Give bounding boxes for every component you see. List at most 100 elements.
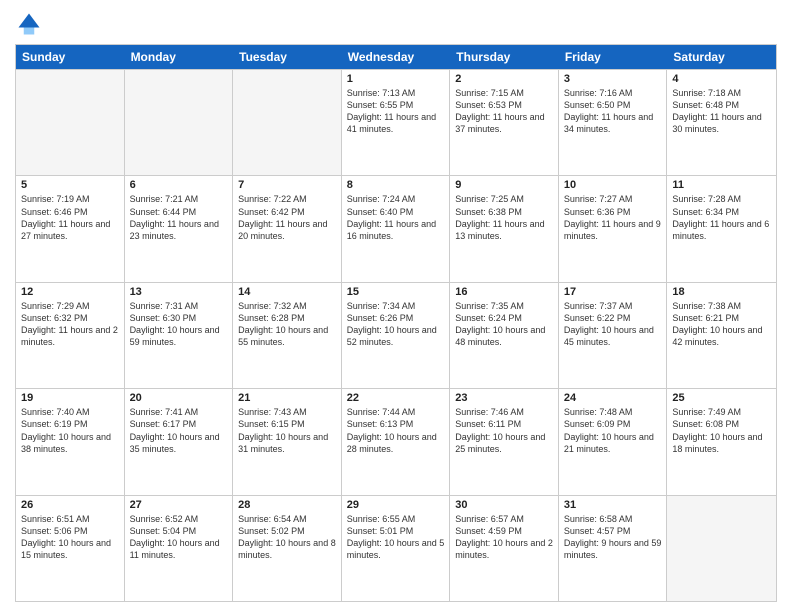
cell-day-number: 6 [130,179,228,191]
calendar-cell: 15Sunrise: 7:34 AM Sunset: 6:26 PM Dayli… [342,283,451,388]
cell-info: Sunrise: 7:22 AM Sunset: 6:42 PM Dayligh… [238,193,336,242]
cell-day-number: 11 [672,179,771,191]
calendar-cell [667,496,776,601]
header-day-sunday: Sunday [16,45,125,69]
cell-info: Sunrise: 7:48 AM Sunset: 6:09 PM Dayligh… [564,406,662,455]
cell-info: Sunrise: 7:28 AM Sunset: 6:34 PM Dayligh… [672,193,771,242]
calendar-cell: 27 Sunrise: 6:52 AM Sunset: 5:04 PM Dayli… [125,496,234,601]
cell-day-number: 20 [130,392,228,404]
calendar-cell: 11 Sunrise: 7:28 AM Sunset: 6:34 PM Dayli… [667,176,776,281]
calendar-cell: 30 Sunrise: 6:57 AM Sunset: 4:59 PM Dayli… [450,496,559,601]
cell-info: Sunrise: 7:15 AM Sunset: 6:53 PM Dayligh… [455,87,553,136]
calendar-cell [233,70,342,175]
calendar-cell: 4 Sunrise: 7:18 AM Sunset: 6:48 PM Daylig… [667,70,776,175]
cell-day-number: 14 [238,286,336,298]
calendar-row-0: 1 Sunrise: 7:13 AM Sunset: 6:55 PM Daylig… [16,69,776,175]
cell-info: Sunrise: 6:58 AM Sunset: 4:57 PM Dayligh… [564,513,662,562]
cell-info: Sunrise: 7:27 AM Sunset: 6:36 PM Dayligh… [564,193,662,242]
cell-day-number: 23 [455,392,553,404]
cell-day-number: 22 [347,392,445,404]
cell-day-number: 13 [130,286,228,298]
cell-day-number: 3 [564,73,662,85]
cell-day-number: 17 [564,286,662,298]
calendar-body: 1 Sunrise: 7:13 AM Sunset: 6:55 PM Daylig… [16,69,776,601]
cell-day-number: 24 [564,392,662,404]
cell-day-number: 12 [21,286,119,298]
header-day-monday: Monday [125,45,234,69]
logo-icon [15,10,43,38]
cell-info: Sunrise: 7:25 AM Sunset: 6:38 PM Dayligh… [455,193,553,242]
cell-info: Sunrise: 7:46 AM Sunset: 6:11 PM Dayligh… [455,406,553,455]
calendar-cell: 23 Sunrise: 7:46 AM Sunset: 6:11 PM Dayli… [450,389,559,494]
calendar-cell [125,70,234,175]
header-day-saturday: Saturday [667,45,776,69]
cell-info: Sunrise: 7:19 AM Sunset: 6:46 PM Dayligh… [21,193,119,242]
cell-day-number: 27 [130,499,228,511]
header-day-wednesday: Wednesday [342,45,451,69]
cell-day-number: 31 [564,499,662,511]
cell-info: Sunrise: 7:13 AM Sunset: 6:55 PM Dayligh… [347,87,445,136]
calendar-cell: 26 Sunrise: 6:51 AM Sunset: 5:06 PM Dayli… [16,496,125,601]
cell-day-number: 21 [238,392,336,404]
cell-info: Sunrise: 7:49 AM Sunset: 6:08 PM Dayligh… [672,406,771,455]
cell-day-number: 30 [455,499,553,511]
calendar-row-2: 12 Sunrise: 7:29 AM Sunset: 6:32 PM Dayli… [16,282,776,388]
cell-info: Sunrise: 7:38 AM Sunset: 6:21 PM Dayligh… [672,300,771,349]
calendar-cell: 10 Sunrise: 7:27 AM Sunset: 6:36 PM Dayli… [559,176,668,281]
calendar-cell: 2 Sunrise: 7:15 AM Sunset: 6:53 PM Daylig… [450,70,559,175]
calendar-cell: 9 Sunrise: 7:25 AM Sunset: 6:38 PM Daylig… [450,176,559,281]
calendar-cell: 3 Sunrise: 7:16 AM Sunset: 6:50 PM Daylig… [559,70,668,175]
cell-info: Sunrise: 6:52 AM Sunset: 5:04 PM Dayligh… [130,513,228,562]
cell-info: Sunrise: 6:51 AM Sunset: 5:06 PM Dayligh… [21,513,119,562]
cell-day-number: 8 [347,179,445,191]
calendar-header: SundayMondayTuesdayWednesdayThursdayFrid… [16,45,776,69]
calendar-cell: 17Sunrise: 7:37 AM Sunset: 6:22 PM Dayli… [559,283,668,388]
cell-day-number: 15 [347,286,445,298]
calendar-cell: 25 Sunrise: 7:49 AM Sunset: 6:08 PM Dayli… [667,389,776,494]
cell-day-number: 2 [455,73,553,85]
header-day-thursday: Thursday [450,45,559,69]
cell-day-number: 18 [672,286,771,298]
cell-info: Sunrise: 6:55 AM Sunset: 5:01 PM Dayligh… [347,513,445,562]
cell-day-number: 29 [347,499,445,511]
cell-day-number: 5 [21,179,119,191]
cell-day-number: 28 [238,499,336,511]
cell-day-number: 26 [21,499,119,511]
calendar-cell: 22 Sunrise: 7:44 AM Sunset: 6:13 PM Dayli… [342,389,451,494]
cell-info: Sunrise: 7:24 AM Sunset: 6:40 PM Dayligh… [347,193,445,242]
cell-info: Sunrise: 7:29 AM Sunset: 6:32 PM Dayligh… [21,300,119,349]
calendar-cell: 7 Sunrise: 7:22 AM Sunset: 6:42 PM Daylig… [233,176,342,281]
cell-day-number: 25 [672,392,771,404]
calendar-cell: 19 Sunrise: 7:40 AM Sunset: 6:19 PM Dayli… [16,389,125,494]
cell-day-number: 19 [21,392,119,404]
cell-info: Sunrise: 7:35 AM Sunset: 6:24 PM Dayligh… [455,300,553,349]
calendar-cell: 16Sunrise: 7:35 AM Sunset: 6:24 PM Dayli… [450,283,559,388]
calendar-page: SundayMondayTuesdayWednesdayThursdayFrid… [0,0,792,612]
cell-info: Sunrise: 7:16 AM Sunset: 6:50 PM Dayligh… [564,87,662,136]
cell-info: Sunrise: 7:40 AM Sunset: 6:19 PM Dayligh… [21,406,119,455]
calendar-cell: 1 Sunrise: 7:13 AM Sunset: 6:55 PM Daylig… [342,70,451,175]
header-day-tuesday: Tuesday [233,45,342,69]
calendar: SundayMondayTuesdayWednesdayThursdayFrid… [15,44,777,602]
calendar-cell: 20Sunrise: 7:41 AM Sunset: 6:17 PM Dayli… [125,389,234,494]
cell-info: Sunrise: 6:57 AM Sunset: 4:59 PM Dayligh… [455,513,553,562]
calendar-cell: 31 Sunrise: 6:58 AM Sunset: 4:57 PM Dayli… [559,496,668,601]
calendar-cell: 14 Sunrise: 7:32 AM Sunset: 6:28 PM Dayli… [233,283,342,388]
calendar-cell: 28Sunrise: 6:54 AM Sunset: 5:02 PM Dayli… [233,496,342,601]
cell-day-number: 1 [347,73,445,85]
cell-info: Sunrise: 7:21 AM Sunset: 6:44 PM Dayligh… [130,193,228,242]
calendar-cell: 13Sunrise: 7:31 AM Sunset: 6:30 PM Dayli… [125,283,234,388]
calendar-row-3: 19 Sunrise: 7:40 AM Sunset: 6:19 PM Dayli… [16,388,776,494]
calendar-cell: 29 Sunrise: 6:55 AM Sunset: 5:01 PM Dayli… [342,496,451,601]
cell-info: Sunrise: 7:32 AM Sunset: 6:28 PM Dayligh… [238,300,336,349]
logo [15,10,47,38]
calendar-row-1: 5 Sunrise: 7:19 AM Sunset: 6:46 PM Daylig… [16,175,776,281]
cell-day-number: 4 [672,73,771,85]
cell-day-number: 10 [564,179,662,191]
cell-day-number: 9 [455,179,553,191]
calendar-cell [16,70,125,175]
cell-day-number: 7 [238,179,336,191]
cell-info: Sunrise: 7:44 AM Sunset: 6:13 PM Dayligh… [347,406,445,455]
calendar-cell: 24 Sunrise: 7:48 AM Sunset: 6:09 PM Dayli… [559,389,668,494]
cell-info: Sunrise: 7:18 AM Sunset: 6:48 PM Dayligh… [672,87,771,136]
